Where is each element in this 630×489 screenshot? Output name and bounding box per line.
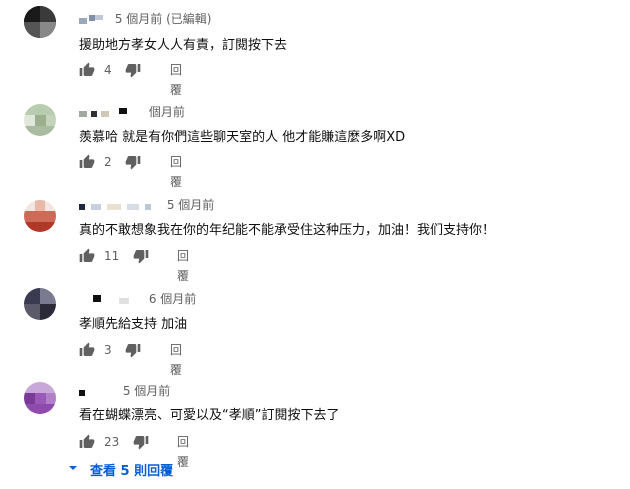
comment-time[interactable]: 5 個月前 xyxy=(167,198,214,212)
author-name[interactable] xyxy=(79,107,139,118)
avatar[interactable] xyxy=(24,288,56,320)
like-button[interactable]: 23 xyxy=(79,432,119,452)
like-button[interactable]: 2 xyxy=(79,152,112,172)
dislike-button[interactable] xyxy=(125,152,141,172)
thumbs-up-icon xyxy=(79,62,95,78)
comment-time[interactable]: 個月前 xyxy=(149,105,185,119)
comment-text: 孝順先給支持 加油 xyxy=(79,317,188,332)
thumbs-up-icon xyxy=(79,248,95,264)
like-count: 23 xyxy=(104,435,120,449)
author-name[interactable] xyxy=(79,14,105,25)
like-count: 3 xyxy=(104,343,112,357)
dislike-button[interactable] xyxy=(133,246,149,266)
comment-time[interactable]: 6 個月前 xyxy=(149,292,196,306)
avatar[interactable] xyxy=(24,382,56,414)
avatar[interactable] xyxy=(24,6,56,38)
like-button[interactable]: 11 xyxy=(79,246,119,266)
like-button[interactable]: 3 xyxy=(79,340,112,360)
comment-item: 5 個月前 真的不敢想象我在你的年纪能不能承受住这种压力，加油！我们支持你！ 1… xyxy=(0,188,630,283)
comment-meta: 5 個月前 xyxy=(79,382,170,399)
comment-time[interactable]: 5 個月前 xyxy=(123,384,170,398)
avatar[interactable] xyxy=(24,104,56,136)
thumbs-down-icon xyxy=(125,154,141,170)
view-replies-label: 查看 5 則回覆 xyxy=(90,463,174,479)
author-name[interactable] xyxy=(79,387,113,397)
comment-text: 看在蝴蝶漂亮、可愛以及“孝順”訂閱按下去了 xyxy=(79,408,340,423)
author-name[interactable] xyxy=(79,294,139,305)
comment-text: 羨慕哈 就是有你們這些聊天室的人 他才能賺這麼多啊XD xyxy=(79,130,406,145)
reply-button[interactable]: 回覆 xyxy=(170,152,182,192)
dislike-button[interactable] xyxy=(125,340,141,360)
thumbs-down-icon xyxy=(125,62,141,78)
comment-meta: 5 個月前 xyxy=(79,196,214,213)
comment-item: 6 個月前 孝順先給支持 加油 3 回覆 xyxy=(0,282,630,377)
thumbs-down-icon xyxy=(133,248,149,264)
author-name[interactable] xyxy=(79,201,157,211)
comment-text: 真的不敢想象我在你的年纪能不能承受住这种压力，加油！我们支持你！ xyxy=(79,223,496,238)
reply-button[interactable]: 回覆 xyxy=(177,246,189,286)
thumbs-up-icon xyxy=(79,154,95,170)
comment-meta: 5 個月前 (已編輯) xyxy=(79,10,211,27)
dislike-button[interactable] xyxy=(125,60,141,80)
reply-button[interactable]: 回覆 xyxy=(177,432,189,472)
thumbs-up-icon xyxy=(79,434,95,450)
like-count: 11 xyxy=(104,249,120,263)
comment-item: 個月前 羨慕哈 就是有你們這些聊天室的人 他才能賺這麼多啊XD 2 回覆 xyxy=(0,92,630,189)
comment-text: 援助地方孝女人人有責，訂閱按下去 xyxy=(79,38,288,53)
caret-down-icon xyxy=(68,462,90,477)
like-count: 2 xyxy=(104,155,112,169)
comment-item: 5 個月前 (已編輯) 援助地方孝女人人有責，訂閱按下去 4 回覆 xyxy=(0,0,630,97)
comment-meta: 6 個月前 xyxy=(79,290,196,307)
avatar[interactable] xyxy=(24,200,56,232)
comment-time[interactable]: 5 個月前 (已編輯) xyxy=(115,12,212,26)
thumbs-down-icon xyxy=(125,342,141,358)
comment-meta: 個月前 xyxy=(79,103,185,120)
dislike-button[interactable] xyxy=(133,432,149,452)
thumbs-down-icon xyxy=(133,434,149,450)
like-button[interactable]: 4 xyxy=(79,60,112,80)
like-count: 4 xyxy=(104,63,112,77)
view-replies-button[interactable]: 查看 5 則回覆 xyxy=(68,459,173,479)
comment-item: 5 個月前 看在蝴蝶漂亮、可愛以及“孝順”訂閱按下去了 23 回覆 xyxy=(0,372,630,469)
thumbs-up-icon xyxy=(79,342,95,358)
